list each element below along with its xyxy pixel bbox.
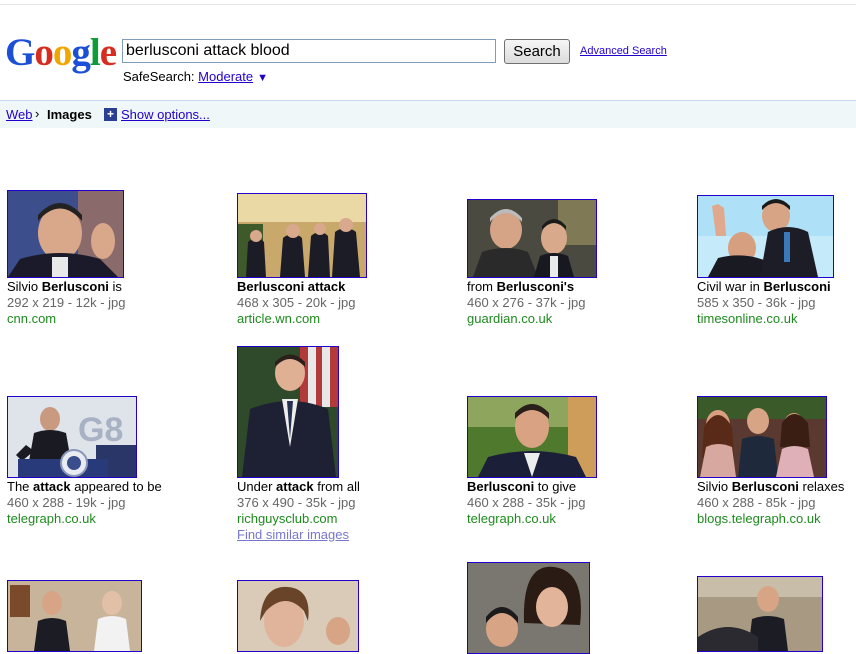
logo-letter: o — [34, 31, 53, 74]
result-caption: Civil war in Berlusconi — [697, 279, 831, 294]
result-thumbnail[interactable] — [7, 580, 142, 652]
photo-couple-image — [468, 563, 589, 653]
photo-meeting-image — [8, 581, 141, 651]
search-input[interactable] — [122, 39, 496, 63]
result-dimensions: 460 x 288 - 19k - jpg — [7, 495, 126, 510]
result-site-link[interactable]: richguysclub.com — [237, 511, 337, 527]
result-dimensions: 460 x 276 - 37k - jpg — [467, 295, 586, 310]
result-site-link[interactable]: cnn.com — [7, 311, 56, 327]
result-site-link[interactable]: blogs.telegraph.co.uk — [697, 511, 821, 527]
safesearch-setting: SafeSearch: Moderate ▼ — [123, 69, 268, 84]
photo-portrait-car-image — [698, 577, 822, 651]
logo-letter: l — [89, 31, 101, 74]
result-thumbnail[interactable] — [237, 580, 359, 652]
top-divider — [0, 4, 856, 5]
photo-group-image — [238, 194, 366, 277]
result-thumbnail[interactable] — [467, 396, 597, 478]
show-options-link[interactable]: Show options... — [121, 107, 210, 122]
result-dimensions: 468 x 305 - 20k - jpg — [237, 295, 356, 310]
chevron-down-icon[interactable]: ▼ — [257, 72, 268, 84]
safesearch-value-link[interactable]: Moderate — [198, 69, 253, 84]
result-thumbnail[interactable] — [7, 190, 124, 278]
photo-portrait-smile-image — [468, 397, 596, 477]
result-site-link[interactable]: article.wn.com — [237, 311, 320, 327]
photo-podium-image: G8 — [8, 397, 136, 477]
result-caption: The attack appeared to be — [7, 479, 162, 494]
photo-portrait-image — [8, 191, 123, 277]
result-thumbnail[interactable] — [237, 193, 367, 278]
result-thumbnail[interactable] — [697, 576, 823, 652]
result-site-link[interactable]: guardian.co.uk — [467, 311, 552, 327]
photo-party-image — [698, 397, 826, 477]
photo-woman-image — [238, 581, 358, 651]
safesearch-label: SafeSearch: — [123, 69, 195, 84]
result-caption: Silvio Berlusconi relaxes — [697, 479, 845, 494]
logo-letter: G — [5, 31, 35, 74]
nav-web-link[interactable]: Web — [6, 107, 33, 122]
results-navbar: Web › Images + Show options... — [0, 100, 856, 128]
result-thumbnail[interactable] — [467, 199, 597, 278]
logo-letter: e — [99, 31, 117, 74]
breadcrumb-separator: › — [35, 106, 40, 121]
advanced-search-link[interactable]: Advanced Search — [580, 45, 667, 57]
plus-icon[interactable]: + — [104, 108, 117, 121]
result-dimensions: 460 x 288 - 35k - jpg — [467, 495, 586, 510]
result-caption: Berlusconi to give — [467, 479, 577, 494]
photo-embrace-image — [698, 196, 833, 277]
result-dimensions: 460 x 288 - 85k - jpg — [697, 495, 816, 510]
svg-text:G8: G8 — [78, 411, 123, 449]
nav-images-current: Images — [47, 107, 92, 122]
result-thumbnail[interactable] — [697, 195, 834, 278]
find-similar-images-link[interactable]: Find similar images — [237, 527, 349, 543]
result-dimensions: 376 x 490 - 35k - jpg — [237, 495, 356, 510]
result-caption: Silvio Berlusconi is — [7, 279, 122, 294]
result-thumbnail[interactable]: G8 — [7, 396, 137, 478]
photo-two-men-image — [468, 200, 596, 277]
result-thumbnail[interactable] — [467, 562, 590, 654]
result-site-link[interactable]: timesonline.co.uk — [697, 311, 797, 327]
result-caption: Berlusconi attack — [237, 279, 346, 294]
result-site-link[interactable]: telegraph.co.uk — [467, 511, 556, 527]
photo-portrait-suit-image — [238, 347, 338, 477]
result-dimensions: 292 x 219 - 12k - jpg — [7, 295, 126, 310]
result-caption: from Berlusconi's — [467, 279, 575, 294]
result-site-link[interactable]: telegraph.co.uk — [7, 511, 96, 527]
logo-letter: g — [71, 31, 90, 74]
logo-letter: o — [52, 31, 72, 74]
result-thumbnail[interactable] — [697, 396, 827, 478]
result-dimensions: 585 x 350 - 36k - jpg — [697, 295, 816, 310]
result-thumbnail[interactable] — [237, 346, 339, 478]
result-caption: Under attack from all — [237, 479, 360, 494]
google-logo[interactable]: Google — [5, 31, 117, 74]
search-button[interactable]: Search — [504, 39, 570, 64]
